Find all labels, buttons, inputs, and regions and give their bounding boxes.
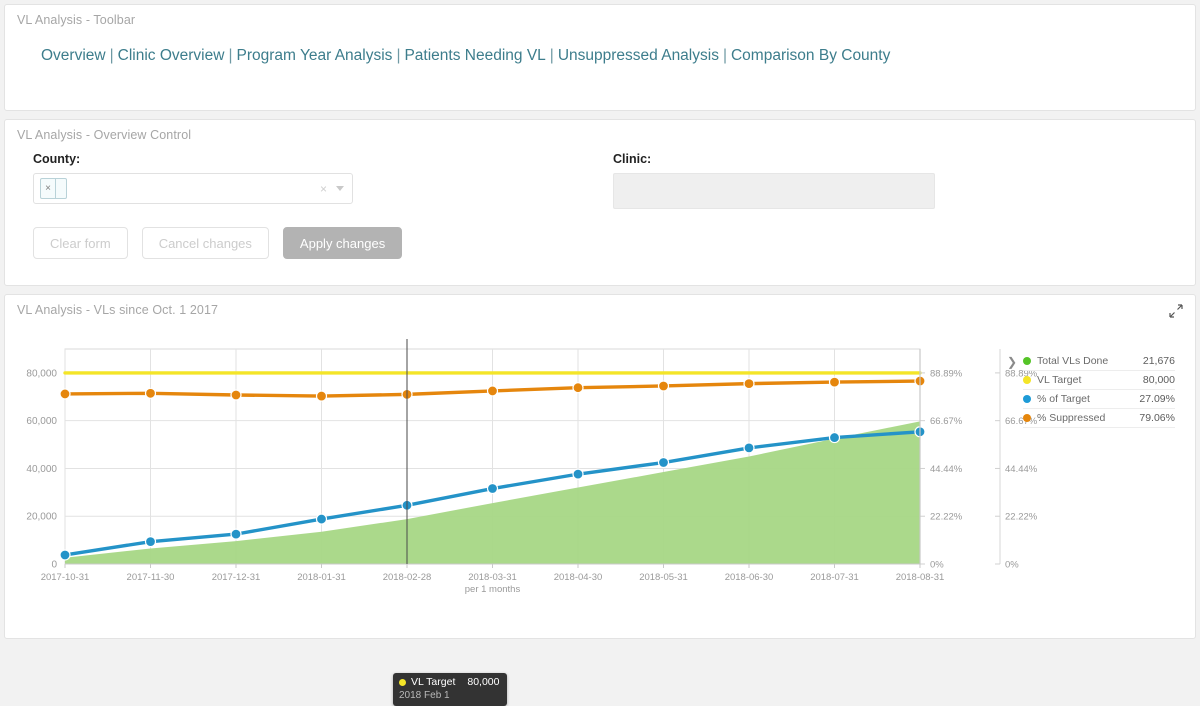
chevron-down-icon[interactable]	[336, 186, 344, 191]
toolbar-separator: |	[228, 47, 233, 64]
expand-icon[interactable]	[1169, 304, 1183, 318]
clinic-select[interactable]	[613, 173, 935, 209]
svg-text:44.44%: 44.44%	[1005, 464, 1038, 475]
toolbar-panel-title: VL Analysis - Toolbar	[17, 13, 136, 27]
toolbar-separator: |	[549, 47, 554, 64]
chart-canvas[interactable]: 0 20,000 40,000 60,000 80,000 0% 22.22% 44.44% 6…	[5, 319, 1195, 706]
legend-item-percent-suppressed[interactable]: % Suppressed 79.06%	[1023, 409, 1175, 428]
legend-color-swatch	[1023, 395, 1031, 403]
tooltip-series-name: VL Target	[411, 676, 456, 688]
legend-item-total-vls-done[interactable]: Total VLs Done 21,676	[1023, 352, 1175, 371]
toolbar-separator: |	[109, 47, 114, 64]
svg-text:0%: 0%	[1005, 560, 1019, 571]
svg-text:80,000: 80,000	[26, 368, 57, 379]
legend-label: % of Target	[1037, 393, 1090, 405]
county-label: County:	[33, 152, 81, 166]
svg-text:2018-03-31: 2018-03-31	[468, 572, 517, 583]
control-panel-title: VL Analysis - Overview Control	[17, 128, 192, 142]
svg-text:60,000: 60,000	[26, 416, 57, 427]
toolbar-separator: |	[396, 47, 401, 64]
chart-panel-title: VL Analysis - VLs since Oct. 1 2017	[17, 303, 219, 317]
control-buttons: Clear form Cancel changes Apply changes	[5, 209, 1195, 259]
svg-text:2018-07-31: 2018-07-31	[810, 572, 859, 583]
toolbar-panel: VL Analysis - Toolbar Overview | Clinic Ov…	[4, 4, 1196, 111]
svg-text:2018-02-28: 2018-02-28	[383, 572, 432, 583]
svg-text:20,000: 20,000	[26, 512, 57, 523]
tooltip-date: 2018 Feb 1	[399, 690, 450, 701]
toolbar-link-overview[interactable]: Overview	[41, 47, 106, 64]
legend-value: 79.06%	[1139, 412, 1175, 424]
county-select[interactable]: × ×	[33, 173, 353, 204]
tooltip-series-row: VL Target 80,000	[399, 676, 500, 689]
apply-changes-button[interactable]: Apply changes	[282, 227, 403, 259]
svg-text:2018-05-31: 2018-05-31	[639, 572, 688, 583]
clear-selection-icon[interactable]: ×	[320, 182, 327, 196]
legend-value: 21,676	[1142, 355, 1175, 367]
legend-color-swatch	[1023, 357, 1031, 365]
svg-text:2017-12-31: 2017-12-31	[212, 572, 261, 583]
control-form: County: × × Clinic:	[5, 142, 1195, 209]
svg-text:2018-06-30: 2018-06-30	[725, 572, 774, 583]
county-select-actions: ×	[320, 174, 344, 203]
legend-color-swatch	[1023, 414, 1031, 422]
toolbar-separator: |	[722, 47, 727, 64]
svg-text:2018-08-31: 2018-08-31	[896, 572, 945, 583]
svg-text:2017-11-30: 2017-11-30	[127, 572, 175, 583]
legend-label: VL Target	[1037, 374, 1082, 386]
legend-value: 80,000	[1142, 374, 1175, 386]
toolbar-link-clinic-overview[interactable]: Clinic Overview	[118, 47, 225, 64]
svg-text:0%: 0%	[930, 560, 944, 571]
chart-tooltip: VL Target 80,000 2018 Feb 1	[393, 673, 507, 706]
chart-panel: VL Analysis - VLs since Oct. 1 2017 0 20,…	[4, 294, 1196, 706]
cancel-changes-button[interactable]: Cancel changes	[141, 227, 269, 259]
toolbar-links: Overview | Clinic Overview | Program Year An…	[5, 27, 1195, 65]
legend-color-swatch	[1023, 376, 1031, 384]
chip-remove-icon[interactable]: ×	[41, 179, 56, 198]
toolbar-link-program-year-analysis[interactable]: Program Year Analysis	[236, 47, 392, 64]
tooltip-value: 80,000	[467, 676, 500, 688]
svg-text:88.89%: 88.89%	[930, 368, 963, 379]
legend-item-percent-of-target[interactable]: % of Target 27.09%	[1023, 390, 1175, 409]
clinic-label: Clinic:	[613, 152, 652, 166]
legend-value: 27.09%	[1139, 393, 1175, 405]
county-selected-chip[interactable]: ×	[40, 178, 67, 199]
svg-text:22.22%: 22.22%	[1005, 512, 1038, 523]
svg-text:40,000: 40,000	[26, 464, 57, 475]
overview-control-panel: VL Analysis - Overview Control County: ×…	[4, 119, 1196, 286]
svg-text:44.44%: 44.44%	[930, 464, 963, 475]
toolbar-link-unsuppressed-analysis[interactable]: Unsuppressed Analysis	[558, 47, 719, 64]
page-root: VL Analysis - Toolbar Overview | Clinic Ov…	[0, 0, 1200, 706]
svg-text:66.67%: 66.67%	[930, 416, 963, 427]
toolbar-link-patients-needing-vl[interactable]: Patients Needing VL	[404, 47, 545, 64]
toolbar-link-comparison-by-county[interactable]: Comparison By County	[731, 47, 890, 64]
svg-text:2018-01-31: 2018-01-31	[297, 572, 346, 583]
chevron-right-icon[interactable]: ❯	[1007, 355, 1017, 369]
svg-text:0: 0	[51, 560, 57, 571]
clinic-field-group: Clinic:	[613, 152, 953, 209]
svg-text:per 1 months: per 1 months	[465, 584, 521, 595]
chip-label	[56, 179, 66, 198]
svg-text:2018-04-30: 2018-04-30	[554, 572, 603, 583]
svg-text:2017-10-31: 2017-10-31	[41, 572, 90, 583]
tooltip-color-swatch	[399, 679, 406, 686]
clear-form-button[interactable]: Clear form	[33, 227, 128, 259]
county-field-group: County: × ×	[33, 152, 613, 209]
chart-legend: ❯ Total VLs Done 21,676 VL Target 80,000…	[1007, 352, 1175, 428]
legend-item-vl-target[interactable]: VL Target 80,000	[1023, 371, 1175, 390]
legend-label: Total VLs Done	[1037, 355, 1109, 367]
svg-text:22.22%: 22.22%	[930, 512, 963, 523]
legend-label: % Suppressed	[1037, 412, 1106, 424]
